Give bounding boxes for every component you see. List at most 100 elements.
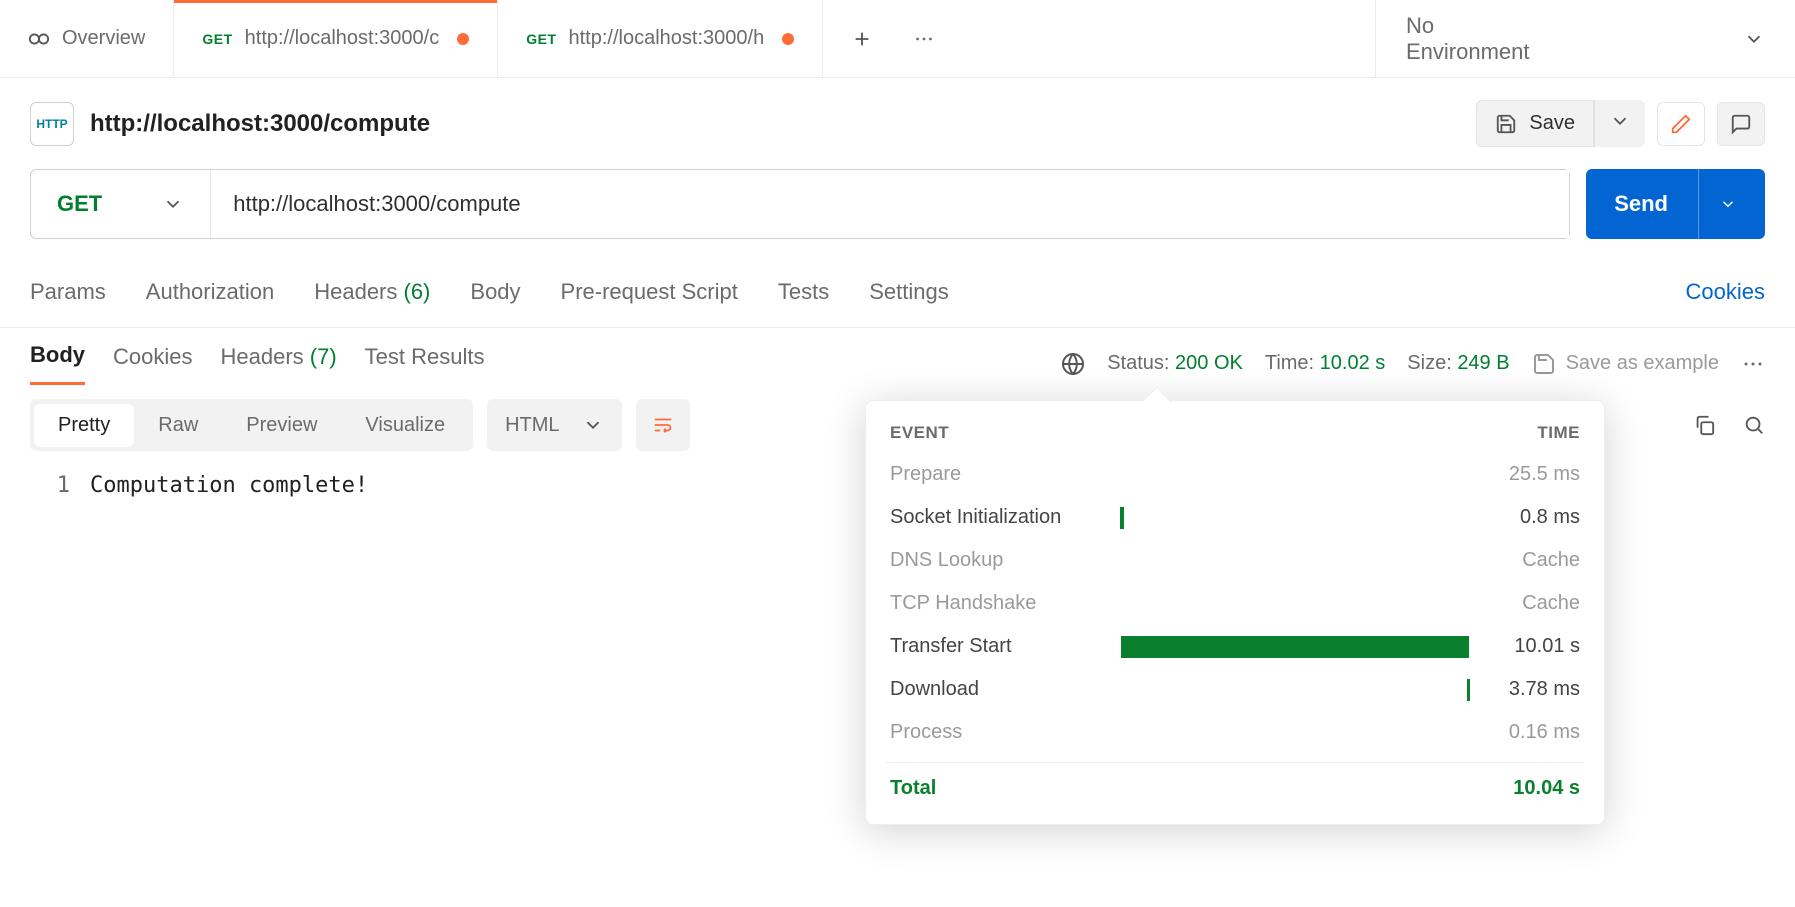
timing-bar: [1121, 636, 1469, 658]
format-value: HTML: [505, 414, 559, 437]
timing-row: DNS Lookup Cache: [886, 539, 1584, 582]
timing-bar-cell: [1120, 507, 1470, 529]
chevron-down-icon: [1719, 195, 1737, 213]
time-label: Time:: [1265, 352, 1314, 374]
timing-row: Transfer Start10.01 s: [886, 625, 1584, 668]
view-preview[interactable]: Preview: [222, 404, 341, 447]
globe-icon[interactable]: [1061, 352, 1085, 376]
save-example-label: Save as example: [1566, 352, 1719, 375]
timing-row: Download 3.78 ms: [886, 668, 1584, 711]
tab-overview[interactable]: Overview: [0, 0, 174, 77]
timing-event-value: 0.8 ms: [1470, 506, 1580, 529]
timing-event-value: Cache: [1470, 549, 1580, 572]
timing-event-name: TCP Handshake: [890, 592, 1120, 615]
request-title: http://localhost:3000/compute: [90, 110, 430, 138]
size-display[interactable]: Size: 249 B: [1407, 352, 1509, 375]
response-tab-body[interactable]: Body: [30, 342, 85, 385]
timing-event-value: 0.16 ms: [1470, 721, 1580, 744]
size-value: 249 B: [1457, 352, 1509, 374]
title-row: HTTP http://localhost:3000/compute Save: [0, 78, 1795, 169]
timing-total-label: Total: [890, 777, 936, 800]
tab-headers[interactable]: Headers (6): [314, 279, 430, 305]
tab-request-1[interactable]: GET http://localhost:3000/c: [174, 0, 498, 77]
tab-method-2: GET: [526, 31, 556, 47]
send-options[interactable]: [1698, 169, 1737, 239]
unsaved-dot-icon: [457, 33, 469, 45]
tab-settings[interactable]: Settings: [869, 279, 949, 305]
tab-authorization[interactable]: Authorization: [146, 279, 274, 305]
timing-row: Socket Initialization 0.8 ms: [886, 496, 1584, 539]
wrap-icon: [652, 414, 674, 436]
response-tab-headers-label: Headers: [220, 344, 303, 369]
response-header: Body Cookies Headers (7) Test Results St…: [0, 327, 1795, 385]
timing-event-value: 3.78 ms: [1470, 678, 1580, 701]
time-value: 10.02 s: [1320, 352, 1386, 374]
view-visualize[interactable]: Visualize: [341, 404, 469, 447]
timing-row: Prepare 25.5 ms: [886, 453, 1584, 496]
view-raw[interactable]: Raw: [134, 404, 222, 447]
timing-event-name: Download: [890, 678, 1120, 701]
tab-tests[interactable]: Tests: [778, 279, 829, 305]
wrap-toggle[interactable]: [636, 399, 690, 451]
binoculars-icon: [28, 28, 50, 50]
timing-event-value: Cache: [1470, 592, 1580, 615]
send-button[interactable]: Send: [1586, 169, 1765, 239]
tab-label-1: http://localhost:3000/c: [245, 27, 440, 50]
save-label: Save: [1529, 112, 1575, 135]
url-bar-row: GET Send: [0, 169, 1795, 257]
new-tab-icon[interactable]: [851, 28, 873, 50]
more-tabs-icon[interactable]: [913, 28, 935, 50]
timing-event-name: Process: [890, 721, 1120, 744]
size-label: Size:: [1407, 352, 1451, 374]
timing-bar-cell: [1120, 550, 1470, 572]
tab-method-1: GET: [202, 31, 232, 47]
timing-col-event: EVENT: [890, 423, 949, 443]
http-badge-icon: HTTP: [30, 102, 74, 146]
send-label: Send: [1614, 191, 1668, 217]
timing-event-value: 25.5 ms: [1470, 463, 1580, 486]
unsaved-dot-icon: [782, 33, 794, 45]
response-tab-cookies[interactable]: Cookies: [113, 344, 192, 384]
response-tab-headers-count: (7): [310, 344, 337, 369]
time-display[interactable]: Time: 10.02 s: [1265, 352, 1385, 375]
format-selector[interactable]: HTML: [487, 399, 621, 451]
tab-overview-label: Overview: [62, 27, 145, 50]
response-tab-testresults[interactable]: Test Results: [365, 344, 485, 384]
environment-selector[interactable]: No Environment: [1375, 0, 1795, 77]
cookies-link[interactable]: Cookies: [1686, 279, 1765, 305]
tab-request-2[interactable]: GET http://localhost:3000/h: [498, 0, 823, 77]
timing-event-name: Socket Initialization: [890, 506, 1120, 529]
timing-bar: [1467, 679, 1471, 701]
method-selector[interactable]: GET: [31, 170, 211, 238]
tab-params[interactable]: Params: [30, 279, 106, 305]
save-button[interactable]: Save: [1476, 100, 1594, 147]
more-icon[interactable]: [1741, 352, 1765, 376]
timing-bar: [1120, 507, 1124, 529]
environment-label: No Environment: [1406, 13, 1563, 65]
line-text: Computation complete!: [90, 473, 368, 498]
view-mode-segment: Pretty Raw Preview Visualize: [30, 399, 473, 451]
save-icon: [1532, 352, 1556, 376]
url-input[interactable]: [211, 170, 1569, 238]
tab-body[interactable]: Body: [470, 279, 520, 305]
comments-button[interactable]: [1717, 102, 1765, 146]
url-bar: GET: [30, 169, 1570, 239]
status-display[interactable]: Status: 200 OK: [1107, 352, 1243, 375]
response-tab-headers[interactable]: Headers (7): [220, 344, 336, 384]
chevron-down-icon: [162, 193, 184, 215]
save-example-button[interactable]: Save as example: [1532, 352, 1719, 376]
status-value: 200 OK: [1175, 352, 1243, 374]
timing-event-name: Prepare: [890, 463, 1120, 486]
save-options-button[interactable]: [1594, 100, 1645, 147]
timing-popover: EVENT TIME Prepare25.5 msSocket Initiali…: [865, 400, 1605, 825]
copy-icon[interactable]: [1693, 414, 1715, 436]
status-label: Status:: [1107, 352, 1169, 374]
tab-label-2: http://localhost:3000/h: [569, 27, 765, 50]
timing-event-name: DNS Lookup: [890, 549, 1120, 572]
timing-event-value: 10.01 s: [1470, 635, 1580, 658]
view-pretty[interactable]: Pretty: [34, 404, 134, 447]
tab-prerequest[interactable]: Pre-request Script: [561, 279, 738, 305]
timing-row: Process 0.16 ms: [886, 711, 1584, 754]
edit-button[interactable]: [1657, 102, 1705, 146]
search-icon[interactable]: [1743, 414, 1765, 436]
